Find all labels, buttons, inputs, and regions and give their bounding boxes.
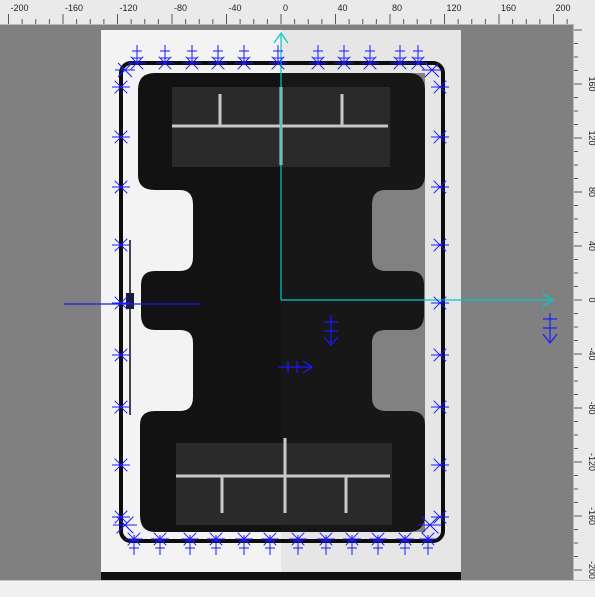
ruler-label: 40	[338, 3, 348, 13]
ruler-label: -80	[174, 3, 187, 13]
ruler-label: 80	[392, 3, 402, 13]
ruler-label: 120	[587, 130, 595, 145]
horizontal-ruler-graphic: -200 -160 -120 -80 -40 0 40 80 120 160 200	[8, 3, 571, 24]
status-strip	[0, 580, 595, 597]
ruler-label: 160	[501, 3, 516, 13]
ruler-label: 120	[447, 3, 462, 13]
image-viewport[interactable]	[0, 25, 573, 580]
ruler-label: 40	[587, 241, 595, 251]
ruler-label: -200	[587, 561, 595, 579]
ruler-label: 0	[587, 297, 595, 302]
ruler-label: -200	[11, 3, 29, 13]
ruler-label: -160	[65, 3, 83, 13]
vertical-ruler-graphic: 160 120 80 40 0 -40 -80 -120 -160 -200	[574, 29, 595, 579]
ruler-label: 0	[283, 3, 288, 13]
ruler-label: -80	[587, 401, 595, 414]
ruler-label: -160	[587, 507, 595, 525]
horizontal-ruler[interactable]: -200 -160 -120 -80 -40 0 40 80 120 160 200	[0, 0, 573, 25]
ruler-label: -120	[587, 453, 595, 471]
left-notch	[126, 293, 134, 309]
ruler-label: -120	[120, 3, 138, 13]
ruler-label: 80	[587, 187, 595, 197]
ruler-label: -40	[587, 347, 595, 360]
vertical-ruler[interactable]: 160 120 80 40 0 -40 -80 -120 -160 -200	[573, 24, 595, 580]
ruler-corner	[573, 0, 595, 24]
ruler-label: -40	[229, 3, 242, 13]
ruler-label: 160	[587, 76, 595, 91]
bottom-dark-band	[101, 572, 461, 580]
ruler-label: 200	[556, 3, 571, 13]
crosshair-marker-icon[interactable]	[542, 313, 558, 344]
inspection-image	[64, 30, 558, 580]
